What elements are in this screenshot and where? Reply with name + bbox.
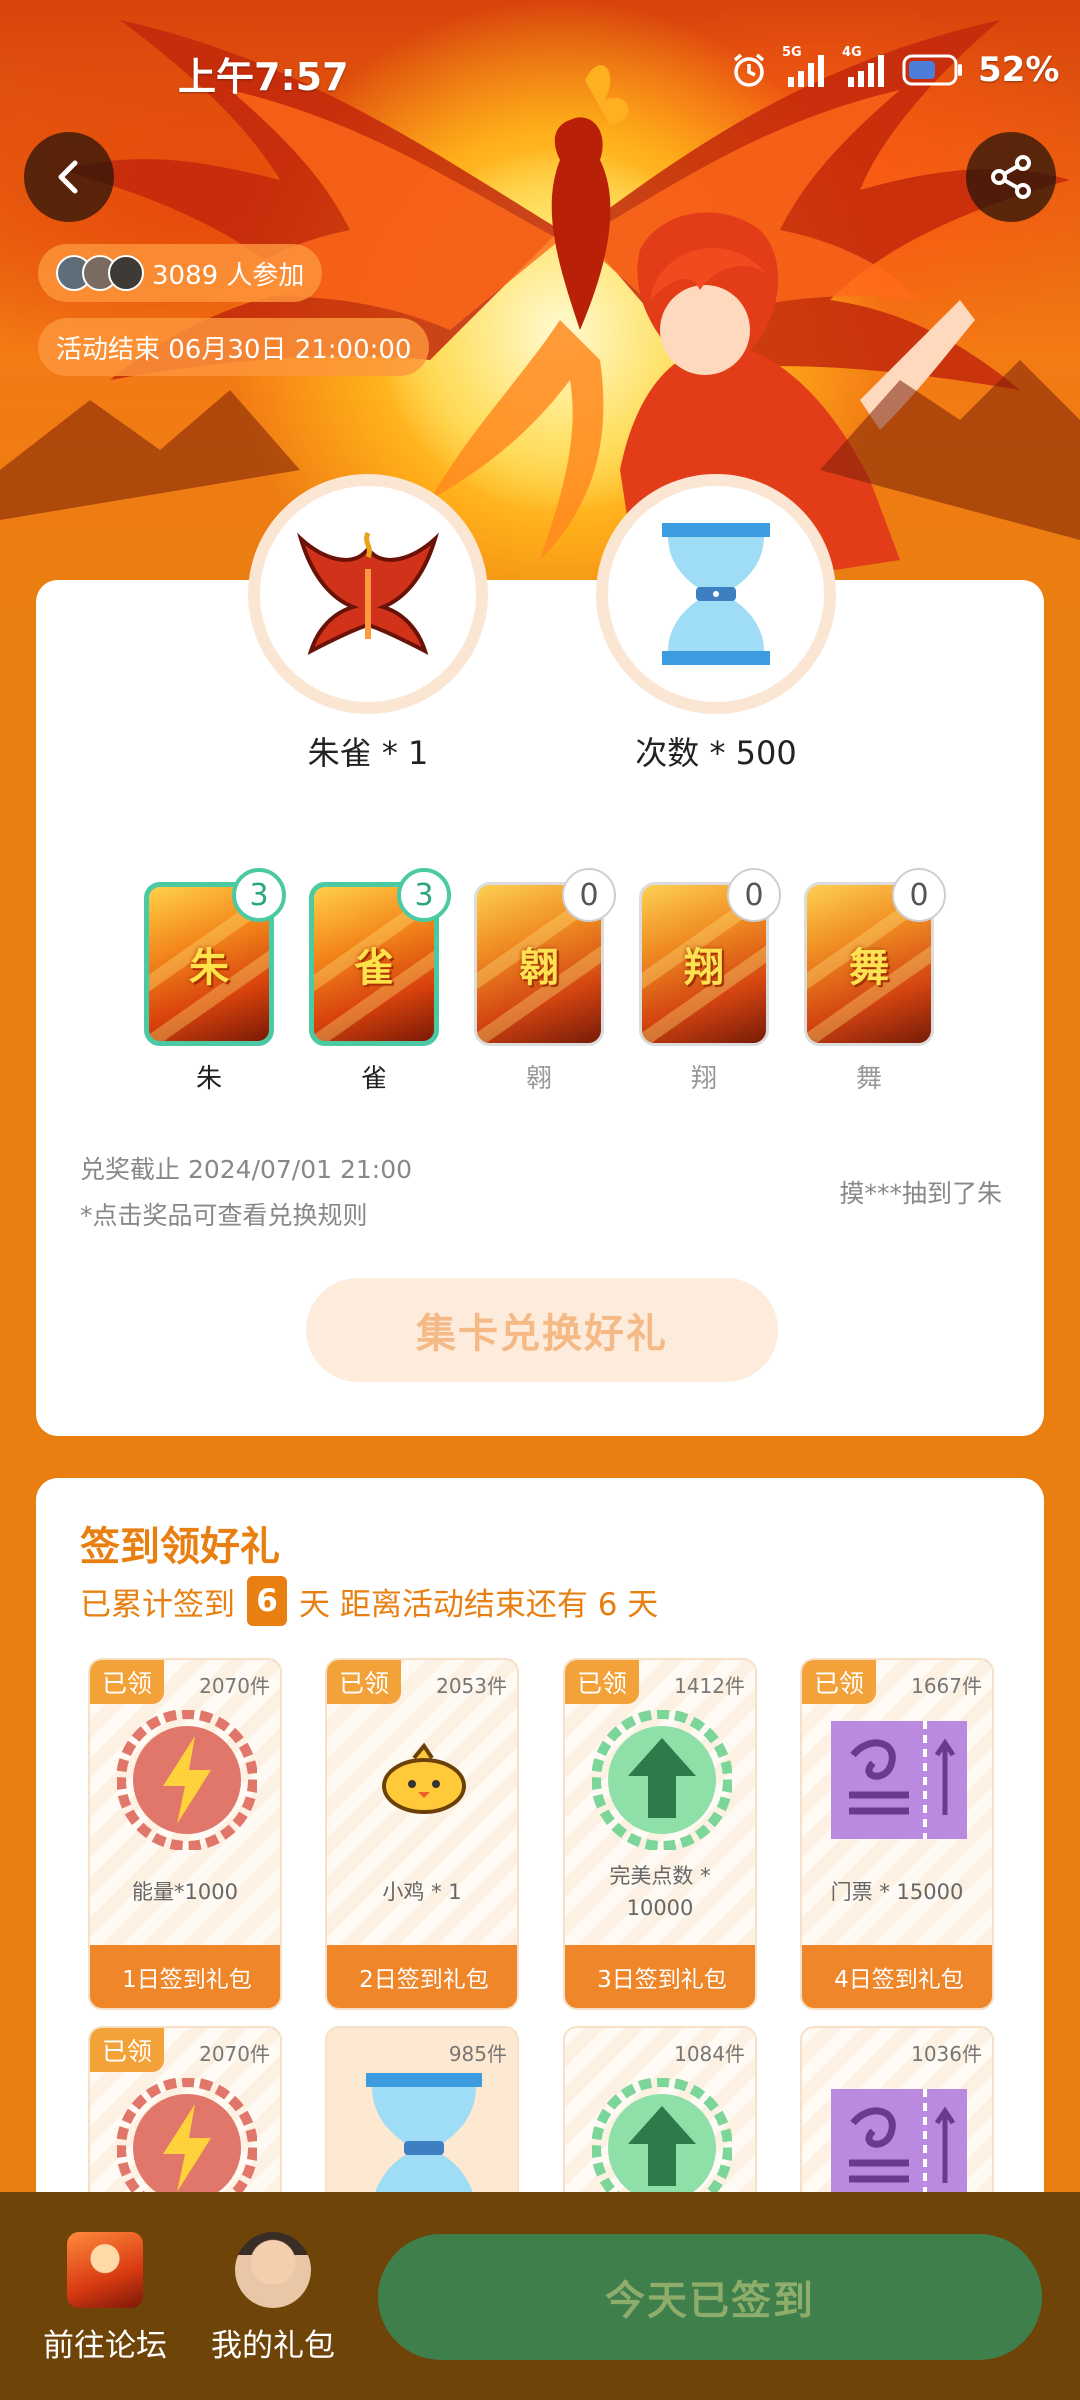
collect-card-ao[interactable]: 翱 0 翱 xyxy=(474,868,616,1094)
forum-label: 前往论坛 xyxy=(43,2328,167,2364)
collect-card-wu[interactable]: 舞 0 舞 xyxy=(804,868,946,1094)
forum-app-icon xyxy=(67,2232,143,2308)
attempts-reward-label: 次数 * 500 xyxy=(635,734,797,772)
gift-label: 完美点数 * 10000 xyxy=(565,1860,755,1924)
back-button[interactable] xyxy=(24,132,114,222)
signal-5g: 5G xyxy=(782,45,828,89)
gift-stock: 985件 xyxy=(448,2042,507,2066)
share-button[interactable] xyxy=(966,132,1056,222)
winner-ticker: 摸***抽到了朱 xyxy=(839,1179,1002,1208)
lightning-icon xyxy=(117,1710,257,1850)
gift-label: 门票 * 15000 xyxy=(830,1880,964,1904)
my-gifts-label: 我的礼包 xyxy=(211,2328,335,2364)
card-count-badge: 3 xyxy=(397,868,451,922)
card-glyph: 雀 xyxy=(354,945,394,991)
checkin-suffix: 天 距离活动结束还有 6 天 xyxy=(299,1586,659,1623)
card-glyph: 翔 xyxy=(684,945,724,991)
gift-stock: 1667件 xyxy=(911,1674,982,1698)
gift-label: 小鸡 * 1 xyxy=(382,1880,462,1904)
hourglass-icon xyxy=(662,523,770,665)
collect-card-zhu[interactable]: 朱 3 朱 xyxy=(144,868,286,1094)
gift-stock: 1412件 xyxy=(674,1674,745,1698)
card-glyph: 朱 xyxy=(189,945,229,991)
hero-banner: 上午7:57 5G 4G 52% 3089 人参加 活动结束 06月30日 21… xyxy=(0,0,1080,640)
checkin-days-count: 6 xyxy=(247,1576,287,1626)
gift-label: 能量*1000 xyxy=(132,1880,238,1904)
card-count-badge: 0 xyxy=(727,868,781,922)
end-time-pill: 活动结束 06月30日 21:00:00 xyxy=(38,318,430,376)
up-arrow-icon xyxy=(592,1710,732,1850)
gift-day-2[interactable]: 已领 2053件 小鸡 * 1 2日签到礼包 xyxy=(325,1658,519,2010)
gift-day-3[interactable]: 已领 1412件 完美点数 * 10000 3日签到礼包 xyxy=(563,1658,757,2010)
checkin-title: 签到领好礼 xyxy=(80,1524,280,1570)
status-bar: 上午7:57 5G 4G 52% xyxy=(0,0,1080,140)
chevron-left-icon xyxy=(58,160,78,194)
gift-label-line1: 完美点数 * xyxy=(609,1864,711,1888)
gift-day-label: 2日签到礼包 xyxy=(327,1945,517,2008)
user-avatar xyxy=(235,2232,311,2308)
my-gifts-link[interactable]: 我的礼包 xyxy=(188,2232,358,2365)
phoenix-reward[interactable] xyxy=(248,474,488,714)
ticket-icon xyxy=(829,1710,969,1850)
phoenix-reward-label: 朱雀 * 1 xyxy=(307,734,429,772)
claimed-tag: 已领 xyxy=(90,1660,164,1704)
claimed-tag: 已领 xyxy=(327,1660,401,1704)
participants-pill: 3089 人参加 xyxy=(38,244,323,302)
signal-4g-label: 4G xyxy=(842,45,862,60)
collect-card-que[interactable]: 雀 3 雀 xyxy=(309,868,451,1094)
collect-card-xiang[interactable]: 翔 0 翔 xyxy=(639,868,781,1094)
gift-stock: 2053件 xyxy=(436,1674,507,1698)
gift-stock: 1084件 xyxy=(674,2042,745,2066)
gift-day-1[interactable]: 已领 2070件 能量*1000 1日签到礼包 xyxy=(88,1658,282,2010)
signal-5g-label: 5G xyxy=(782,45,802,60)
signal-4g: 4G xyxy=(842,45,888,89)
redeem-deadline: 兑奖截止 2024/07/01 21:00 xyxy=(80,1155,413,1184)
card-glyph: 舞 xyxy=(849,945,889,991)
claimed-tag: 已领 xyxy=(90,2028,164,2072)
battery-icon xyxy=(902,54,962,86)
avatar xyxy=(108,255,144,291)
gift-label-line2: 10000 xyxy=(626,1896,694,1920)
chick-icon xyxy=(354,1710,494,1850)
gift-day-label: 1日签到礼包 xyxy=(90,1945,280,2008)
gift-day-label: 3日签到礼包 xyxy=(565,1945,755,2008)
gift-stock: 2070件 xyxy=(199,1674,270,1698)
end-time-text: 活动结束 06月30日 21:00:00 xyxy=(56,334,412,365)
card-count-badge: 3 xyxy=(232,868,286,922)
share-icon xyxy=(991,155,1031,199)
status-time: 上午7:57 xyxy=(178,55,349,99)
card-name: 舞 xyxy=(855,1064,882,1094)
forum-link[interactable]: 前往论坛 xyxy=(20,2232,190,2365)
card-name: 翔 xyxy=(690,1064,717,1094)
status-icons: 5G 4G 52% xyxy=(730,45,1060,90)
checkin-progress: 已累计签到 6 天 距离活动结束还有 6 天 xyxy=(80,1576,658,1626)
redeem-rules-note: *点击奖品可查看兑换规则 xyxy=(80,1201,368,1230)
participants-count: 3089 人参加 xyxy=(152,260,305,291)
gift-stock: 2070件 xyxy=(199,2042,270,2066)
gift-day-4[interactable]: 已领 1667件 门票 * 15000 4日签到礼包 xyxy=(800,1658,994,2010)
checkin-prefix: 已累计签到 xyxy=(80,1586,235,1623)
battery-percent: 52% xyxy=(978,50,1060,90)
checked-in-today-button[interactable]: 今天已签到 xyxy=(378,2234,1042,2360)
card-name: 朱 xyxy=(195,1064,222,1094)
gift-stock: 1036件 xyxy=(911,2042,982,2066)
card-name: 雀 xyxy=(360,1064,387,1094)
gift-day-label: 4日签到礼包 xyxy=(802,1945,992,2008)
card-glyph: 翱 xyxy=(519,945,559,991)
exchange-gifts-button[interactable]: 集卡兑换好礼 xyxy=(306,1278,778,1382)
claimed-tag: 已领 xyxy=(802,1660,876,1704)
card-count-badge: 0 xyxy=(562,868,616,922)
claimed-tag: 已领 xyxy=(565,1660,639,1704)
participant-avatars xyxy=(56,255,144,291)
card-count-badge: 0 xyxy=(892,868,946,922)
phoenix-icon xyxy=(297,531,439,656)
alarm-icon xyxy=(733,53,765,87)
card-name: 翱 xyxy=(525,1064,552,1094)
attempts-reward[interactable] xyxy=(596,474,836,714)
